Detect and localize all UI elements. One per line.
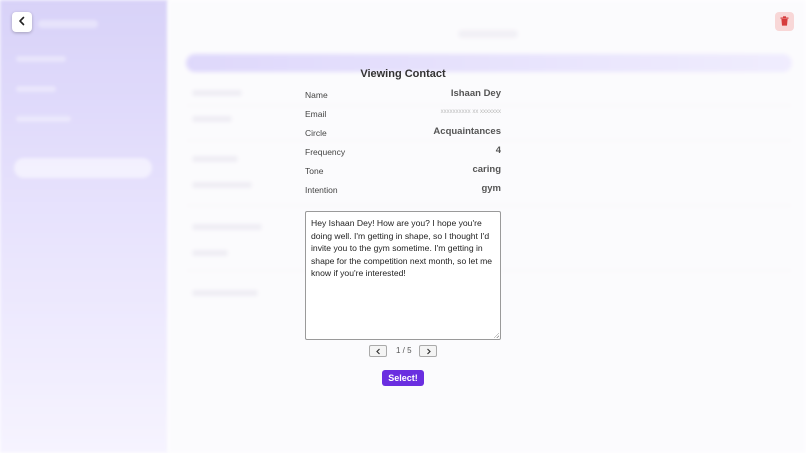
chevron-left-icon [375, 342, 382, 360]
field-label: Tone [305, 166, 324, 176]
field-label: Frequency [305, 147, 346, 157]
back-button[interactable] [12, 12, 32, 32]
field-value: Acquaintances [433, 126, 501, 137]
field-email: Email xxxxxxxxxx xx xxxxxxx [305, 107, 501, 121]
delete-contact-button[interactable] [775, 12, 794, 31]
field-value: caring [472, 164, 501, 175]
next-message-button[interactable] [419, 345, 437, 357]
field-value: xxxxxxxxxx xx xxxxxxx [440, 109, 501, 115]
field-label: Circle [305, 128, 327, 138]
trash-icon [780, 13, 789, 31]
field-circle: Circle Acquaintances [305, 126, 501, 140]
field-label: Name [305, 90, 328, 100]
page-count: 1 / 5 [396, 346, 412, 355]
field-label: Intention [305, 185, 338, 195]
previous-message-button[interactable] [369, 345, 387, 357]
select-button[interactable]: Select! [382, 370, 424, 386]
chevron-right-icon [425, 342, 432, 360]
message-pager: 1 / 5 [369, 345, 437, 358]
chevron-left-icon [17, 13, 27, 31]
field-tone: Tone caring [305, 164, 501, 178]
field-value: gym [481, 183, 501, 194]
modal-title: Viewing Contact [360, 68, 446, 80]
message-textarea[interactable]: Hey Ishaan Dey! How are you? I hope you'… [305, 211, 501, 340]
resize-handle[interactable] [493, 332, 499, 338]
field-value: 4 [495, 145, 501, 156]
message-text: Hey Ishaan Dey! How are you? I hope you'… [311, 218, 493, 279]
field-name: Name Ishaan Dey [305, 88, 501, 102]
field-frequency: Frequency 4 [305, 145, 501, 159]
field-intention: Intention gym [305, 183, 501, 197]
field-label: Email [305, 109, 327, 119]
field-value: Ishaan Dey [450, 88, 501, 99]
